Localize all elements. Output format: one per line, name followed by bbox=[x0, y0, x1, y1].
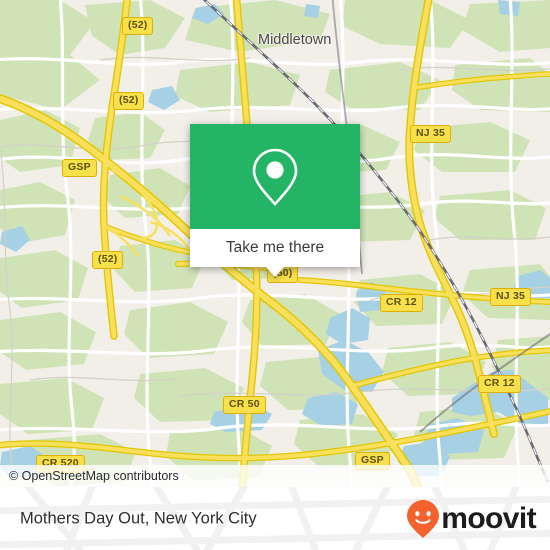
road-shield: GSP bbox=[62, 159, 97, 177]
road-shield: (52) bbox=[122, 17, 154, 35]
map-canvas[interactable]: Middletown (52) (52) GSP (52) NJ 35 (50)… bbox=[0, 0, 550, 487]
footer-bar: Mothers Day Out, New York City moovit bbox=[0, 487, 550, 550]
moovit-map-screenshot: Middletown (52) (52) GSP (52) NJ 35 (50)… bbox=[0, 0, 550, 550]
road-shield: CR 50 bbox=[223, 396, 266, 414]
location-popup-card[interactable]: Take me there bbox=[190, 124, 360, 277]
map-label-middletown: Middletown bbox=[258, 32, 332, 48]
popup-pointer bbox=[266, 267, 284, 277]
road-shield: (52) bbox=[113, 92, 145, 110]
moovit-wordmark: moovit bbox=[441, 501, 536, 535]
location-pin-icon bbox=[252, 148, 298, 206]
road-shield: NJ 35 bbox=[490, 288, 532, 306]
place-title: Mothers Day Out, New York City bbox=[20, 509, 257, 527]
moovit-pin-icon bbox=[407, 499, 440, 538]
take-me-there-button[interactable]: Take me there bbox=[190, 229, 360, 277]
take-me-there-label: Take me there bbox=[225, 239, 325, 256]
map-attribution-bar: © OpenStreetMap contributors bbox=[0, 465, 550, 487]
road-shield: (52) bbox=[92, 251, 124, 269]
moovit-logo[interactable]: moovit bbox=[406, 499, 537, 539]
road-shield: CR 12 bbox=[478, 375, 521, 393]
osm-attribution-text[interactable]: © OpenStreetMap contributors bbox=[0, 469, 179, 483]
road-shield: NJ 35 bbox=[410, 125, 452, 143]
road-shield: CR 12 bbox=[380, 294, 423, 312]
popup-icon-area bbox=[190, 124, 360, 229]
